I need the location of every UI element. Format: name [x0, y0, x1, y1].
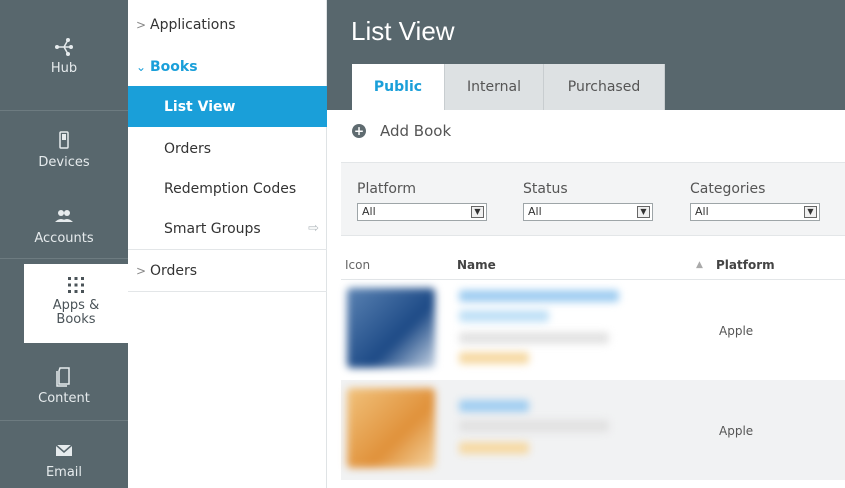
rail-item-email[interactable]: Email	[0, 440, 128, 480]
subnav-label: Smart Groups	[164, 220, 261, 237]
rail-item-hub[interactable]: Hub	[0, 36, 128, 76]
add-book-button[interactable]: + Add Book	[352, 122, 451, 140]
plus-icon: +	[352, 124, 366, 138]
main-rail: Hub Devices Accounts Apps & Books Conten…	[0, 0, 128, 488]
status-filter-label: Status	[523, 181, 568, 197]
arrow-right-icon: ⇨	[308, 221, 319, 236]
sub-navigation: > Applications ⌄ Books List View Orders …	[128, 0, 327, 488]
column-header-name[interactable]: Name	[457, 258, 496, 272]
rail-label: Hub	[50, 61, 78, 76]
divider	[0, 258, 128, 259]
tab-purchased[interactable]: Purchased	[544, 64, 665, 110]
sort-ascending-icon[interactable]: ▲	[696, 260, 703, 270]
blurred-title	[459, 290, 619, 302]
chevron-right-icon: >	[136, 263, 147, 278]
column-header-platform[interactable]: Platform	[716, 258, 775, 272]
rail-label: Email	[45, 465, 83, 480]
rail-item-content[interactable]: Content	[0, 366, 128, 406]
book-cover-image	[347, 388, 435, 468]
chevron-right-icon: >	[136, 17, 147, 32]
categories-filter-label: Categories	[690, 181, 766, 197]
subnav-label: Applications	[150, 16, 236, 33]
hub-icon	[55, 38, 73, 56]
subnav-label: Redemption Codes	[164, 180, 297, 197]
subnav-label: List View	[164, 98, 236, 115]
subnav-label: Orders	[150, 262, 198, 279]
blurred-subtitle	[459, 310, 549, 322]
rail-label: Devices	[38, 155, 90, 170]
rail-label: Apps & Books	[52, 298, 100, 327]
column-header-icon[interactable]: Icon	[345, 258, 370, 272]
content-icon	[56, 367, 70, 387]
status-filter-select[interactable]: All ▼	[523, 203, 653, 221]
page-title: List View	[351, 16, 455, 46]
tab-internal[interactable]: Internal	[445, 64, 544, 110]
rail-item-apps-books[interactable]: Apps & Books	[24, 274, 128, 327]
blurred-description	[459, 332, 609, 344]
divider	[128, 291, 327, 292]
subnav-item-redemption-codes[interactable]: Redemption Codes	[128, 168, 327, 209]
rail-label: Content	[38, 391, 90, 406]
subnav-item-applications[interactable]: > Applications	[128, 4, 327, 45]
subnav-label: Orders	[164, 140, 212, 157]
chevron-down-icon: ⌄	[136, 59, 147, 74]
divider	[0, 420, 128, 421]
rail-item-devices[interactable]: Devices	[0, 130, 128, 170]
subnav-item-orders-top[interactable]: > Orders	[128, 250, 327, 291]
table-row[interactable]: Apple	[341, 380, 845, 480]
platform-filter-select[interactable]: All ▼	[357, 203, 487, 221]
select-value: All	[695, 205, 709, 218]
blurred-description	[459, 420, 609, 432]
subnav-item-books[interactable]: ⌄ Books	[128, 46, 327, 87]
platform-cell: Apple	[719, 324, 754, 338]
accounts-icon	[55, 210, 73, 222]
blurred-title	[459, 400, 529, 412]
rail-label: Accounts	[34, 231, 94, 246]
filter-bar: Platform All ▼ Status All ▼ Categories A…	[341, 162, 845, 236]
subnav-label: Books	[150, 58, 198, 75]
select-value: All	[528, 205, 542, 218]
categories-filter-select[interactable]: All ▼	[690, 203, 820, 221]
page-header: List View Public Internal Purchased	[327, 0, 845, 110]
dropdown-arrow-icon: ▼	[471, 206, 484, 218]
platform-cell: Apple	[719, 424, 754, 438]
email-icon	[55, 444, 73, 456]
divider	[0, 110, 128, 111]
dropdown-arrow-icon: ▼	[637, 206, 650, 218]
table-header: Icon Name ▲ Platform	[341, 250, 845, 280]
table-row[interactable]: Apple	[341, 280, 845, 380]
apps-grid-icon	[68, 277, 84, 293]
blurred-tag	[459, 352, 529, 364]
devices-icon	[59, 131, 69, 149]
subnav-item-orders[interactable]: Orders	[128, 128, 327, 169]
subnav-item-smart-groups[interactable]: Smart Groups ⇨	[128, 208, 327, 249]
rail-item-accounts[interactable]: Accounts	[0, 206, 128, 246]
platform-filter-label: Platform	[357, 181, 417, 197]
book-cover-image	[347, 288, 435, 368]
select-value: All	[362, 205, 376, 218]
dropdown-arrow-icon: ▼	[804, 206, 817, 218]
blurred-tag	[459, 442, 529, 454]
add-book-label: Add Book	[380, 122, 452, 140]
subnav-item-list-view[interactable]: List View	[128, 86, 327, 127]
tab-public[interactable]: Public	[352, 64, 445, 110]
